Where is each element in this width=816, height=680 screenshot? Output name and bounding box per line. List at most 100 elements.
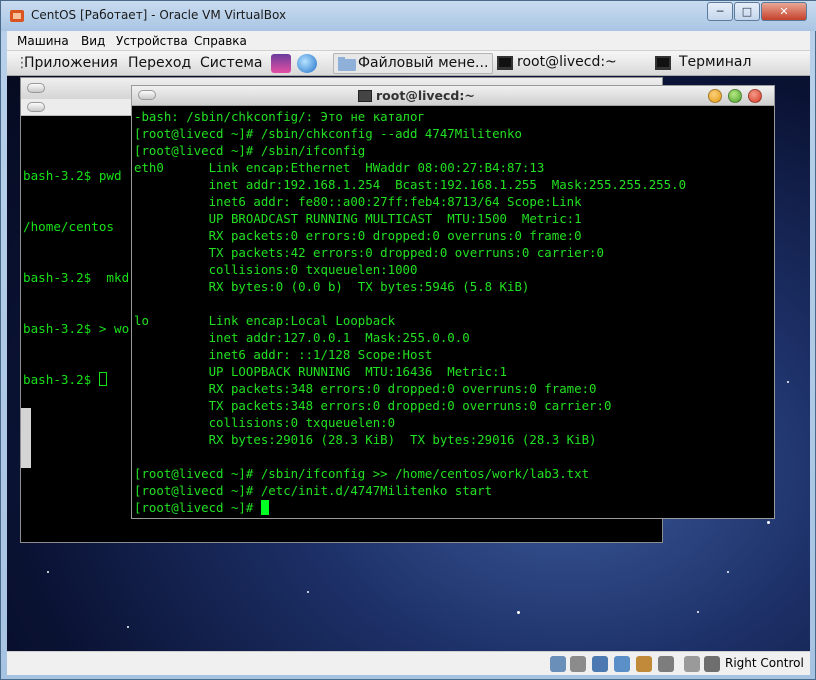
terminal-line: [root@livecd ~]# bbox=[134, 499, 772, 516]
terminal-line-text: [root@livecd ~]# /sbin/ifconfig bbox=[134, 143, 366, 158]
terminal-prompt-line: bash-3.2$ bbox=[23, 371, 143, 388]
display-icon[interactable] bbox=[658, 656, 674, 672]
terminal-line: lo Link encap:Local Loopback bbox=[134, 312, 772, 329]
hdd-icon[interactable] bbox=[550, 656, 566, 672]
terminal-line-text: TX packets:348 errors:0 dropped:0 overru… bbox=[134, 398, 612, 413]
image-viewer-launcher-icon[interactable] bbox=[271, 54, 291, 73]
guest-screen[interactable]: ⋮ Приложения Переход Система Файловый ме… bbox=[7, 51, 810, 651]
back-terminal-output[interactable]: bash-3.2$ pwd /home/centos bash-3.2$ mkd… bbox=[23, 133, 143, 422]
taskbar-root-terminal[interactable]: root@livecd:~ bbox=[493, 53, 651, 74]
menu-devices[interactable]: Устройства bbox=[116, 34, 188, 48]
taskbar-terminal[interactable]: Терминал bbox=[651, 53, 809, 74]
terminal-line-text: eth0 Link encap:Ethernet HWaddr 08:00:27… bbox=[134, 160, 545, 175]
window-titlebar[interactable]: CentOS [Работает] - Oracle VM VirtualBox… bbox=[1, 1, 816, 31]
terminal-line: bash-3.2$ mkd bbox=[23, 270, 130, 285]
scrollbar[interactable] bbox=[21, 408, 31, 468]
window-menu-button[interactable] bbox=[138, 90, 156, 100]
network-icon[interactable] bbox=[614, 656, 630, 672]
terminal-line: [root@livecd ~]# /sbin/chkconfig --add 4… bbox=[134, 125, 772, 142]
terminal-line-text: UP LOOPBACK RUNNING MTU:16436 Metric:1 bbox=[134, 364, 507, 379]
terminal-line-text: TX packets:42 errors:0 dropped:0 overrun… bbox=[134, 245, 604, 260]
shared-folders-icon[interactable] bbox=[636, 656, 652, 672]
window-menu-button[interactable] bbox=[27, 83, 45, 93]
menu-help[interactable]: Справка bbox=[194, 34, 247, 48]
star bbox=[697, 611, 699, 613]
terminal-line: RX packets:348 errors:0 dropped:0 overru… bbox=[134, 380, 772, 397]
close-button[interactable]: ✕ bbox=[761, 2, 807, 21]
terminal-line: inet6 addr: ::1/128 Scope:Host bbox=[134, 346, 772, 363]
terminal-line: TX packets:348 errors:0 dropped:0 overru… bbox=[134, 397, 772, 414]
maximize-button[interactable]: □ bbox=[734, 2, 760, 21]
terminal-line: bash-3.2$ pwd bbox=[23, 168, 122, 183]
terminal-line-text: RX packets:0 errors:0 dropped:0 overruns… bbox=[134, 228, 582, 243]
terminal-icon bbox=[655, 56, 671, 70]
close-button[interactable] bbox=[748, 89, 762, 103]
text-cursor bbox=[260, 500, 269, 515]
terminal-line: [root@livecd ~]# /sbin/ifconfig >> /home… bbox=[134, 465, 772, 482]
terminal-line-text: RX bytes:0 (0.0 b) TX bytes:5946 (5.8 Ki… bbox=[134, 279, 530, 294]
terminal-line: /home/centos bbox=[23, 219, 114, 234]
terminal-line: inet addr:192.168.1.254 Bcast:192.168.1.… bbox=[134, 176, 772, 193]
front-terminal-title: root@livecd:~ bbox=[376, 88, 475, 103]
terminal-prompt: [root@livecd ~]# bbox=[134, 500, 261, 515]
web-browser-launcher-icon[interactable] bbox=[297, 54, 317, 73]
terminal-line: RX packets:0 errors:0 dropped:0 overruns… bbox=[134, 227, 772, 244]
maximize-button[interactable] bbox=[728, 89, 742, 103]
front-terminal-window[interactable]: root@livecd:~ -bash: /sbin/chkconfig/: Э… bbox=[131, 85, 775, 519]
terminal-line-text: collisions:0 txqueuelen:0 bbox=[134, 415, 396, 430]
front-terminal-output[interactable]: -bash: /sbin/chkconfig/: Это не каталог [… bbox=[134, 108, 772, 516]
front-terminal-titlebar[interactable]: root@livecd:~ bbox=[132, 86, 774, 106]
terminal-line-text: inet6 addr: ::1/128 Scope:Host bbox=[134, 347, 433, 362]
window-title: CentOS [Работает] - Oracle VM VirtualBox bbox=[31, 8, 287, 22]
menu-view[interactable]: Вид bbox=[81, 34, 105, 48]
menu-system[interactable]: Система bbox=[200, 55, 262, 71]
terminal-line-text: inet6 addr: fe80::a00:27ff:feb4:8713/64 … bbox=[134, 194, 582, 209]
star bbox=[307, 591, 309, 593]
terminal-line: [root@livecd ~]# /etc/init.d/4747Militen… bbox=[134, 482, 772, 499]
terminal-line-text: [root@livecd ~]# /sbin/chkconfig --add 4… bbox=[134, 126, 522, 141]
star bbox=[517, 611, 520, 614]
cd-icon[interactable] bbox=[570, 656, 586, 672]
terminal-line: UP BROADCAST RUNNING MULTICAST MTU:1500 … bbox=[134, 210, 772, 227]
taskbar-file-manager[interactable]: Файловый мене... bbox=[333, 53, 493, 74]
menu-machine[interactable]: Машина bbox=[17, 34, 69, 48]
vbox-menubar: Машина Вид Устройства Справка bbox=[7, 31, 810, 51]
terminal-line-text: [root@livecd ~]# /sbin/ifconfig >> /home… bbox=[134, 466, 590, 481]
usb-icon[interactable] bbox=[592, 656, 608, 672]
taskbar-terminal-label: Терминал bbox=[679, 54, 752, 70]
terminal-line: [root@livecd ~]# /sbin/ifconfig bbox=[134, 142, 772, 159]
menu-handle[interactable] bbox=[27, 102, 45, 112]
terminal-line-text: RX bytes:29016 (28.3 KiB) TX bytes:29016… bbox=[134, 432, 597, 447]
taskbar-file-manager-label: Файловый мене... bbox=[358, 55, 489, 71]
minimize-button[interactable]: ─ bbox=[707, 2, 733, 21]
minimize-button[interactable] bbox=[708, 89, 722, 103]
terminal-line-text: inet addr:192.168.1.254 Bcast:192.168.1.… bbox=[134, 177, 687, 192]
star bbox=[47, 571, 49, 573]
terminal-line: eth0 Link encap:Ethernet HWaddr 08:00:27… bbox=[134, 159, 772, 176]
terminal-line: TX packets:42 errors:0 dropped:0 overrun… bbox=[134, 244, 772, 261]
text-cursor bbox=[98, 372, 107, 386]
menu-applications[interactable]: Приложения bbox=[24, 55, 118, 71]
star bbox=[787, 381, 789, 383]
taskbar-root-terminal-label: root@livecd:~ bbox=[517, 54, 617, 70]
terminal-line: RX bytes:29016 (28.3 KiB) TX bytes:29016… bbox=[134, 431, 772, 448]
terminal-line-text: UP BROADCAST RUNNING MULTICAST MTU:1500 … bbox=[134, 211, 582, 226]
terminal-line-text: -bash: /sbin/chkconfig/: Это не каталог bbox=[134, 109, 425, 124]
star bbox=[767, 521, 770, 524]
terminal-line-text: [root@livecd ~]# /etc/init.d/4747Militen… bbox=[134, 483, 493, 498]
terminal-line: bash-3.2$ > wo bbox=[23, 321, 130, 336]
star bbox=[727, 571, 729, 573]
terminal-line: collisions:0 txqueuelen:0 bbox=[134, 414, 772, 431]
virtualbox-app-icon bbox=[10, 10, 24, 22]
terminal-line: collisions:0 txqueuelen:1000 bbox=[134, 261, 772, 278]
star bbox=[127, 626, 129, 628]
gnome-top-panel: ⋮ Приложения Переход Система Файловый ме… bbox=[7, 51, 810, 76]
menu-places[interactable]: Переход bbox=[128, 55, 191, 71]
terminal-line-text: RX packets:348 errors:0 dropped:0 overru… bbox=[134, 381, 597, 396]
terminal-line: inet6 addr: fe80::a00:27ff:feb4:8713/64 … bbox=[134, 193, 772, 210]
terminal-line-text: lo Link encap:Local Loopback bbox=[134, 313, 396, 328]
capture-icon[interactable] bbox=[684, 656, 700, 672]
terminal-icon bbox=[358, 90, 372, 102]
mouse-integration-icon[interactable] bbox=[704, 656, 720, 672]
